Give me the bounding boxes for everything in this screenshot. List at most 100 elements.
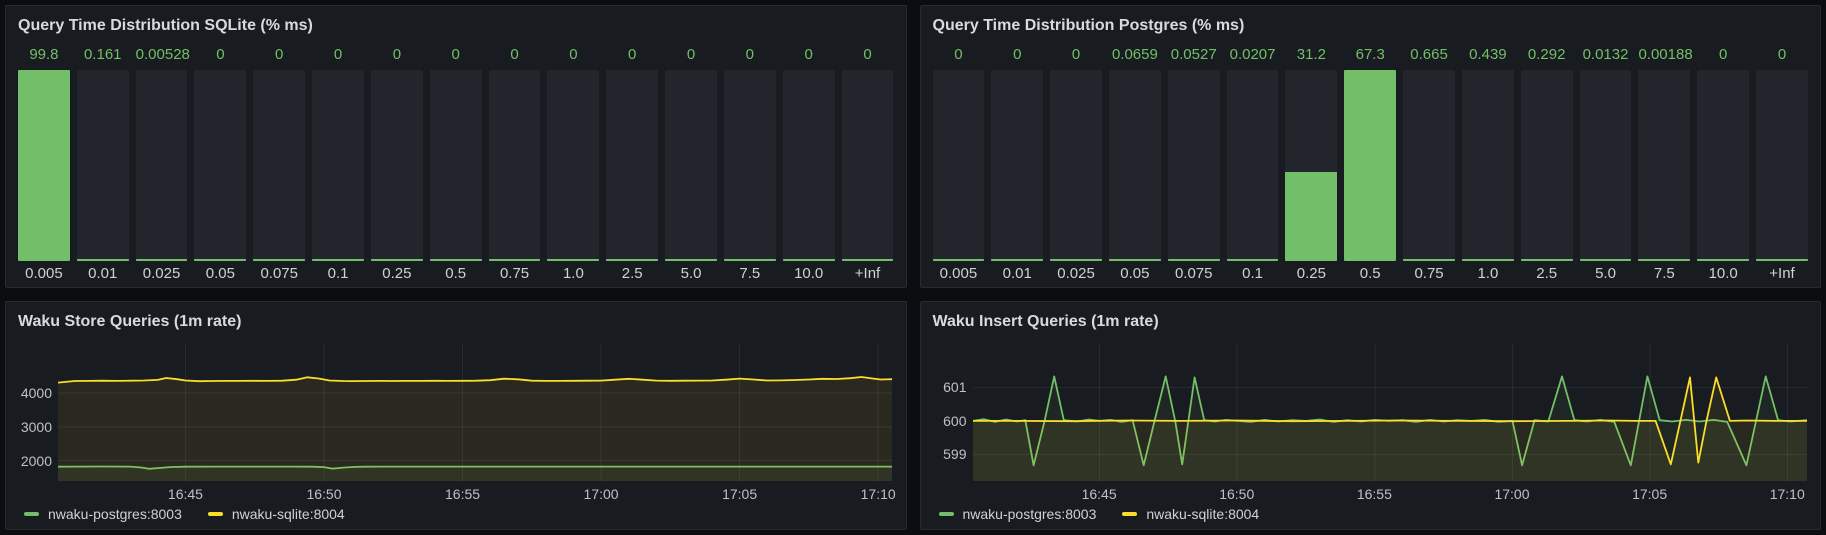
bar-track	[1344, 70, 1396, 261]
plot-svg	[58, 344, 892, 481]
bar-bucket: 00.5	[430, 42, 482, 287]
bar-category-label: 0.075	[253, 261, 305, 287]
bar-bucket: 0+Inf	[1756, 42, 1808, 287]
bar-value-label: 0.665	[1403, 42, 1455, 70]
bar-category-label: 1.0	[1462, 261, 1514, 287]
panel-query-time-sqlite: Query Time Distribution SQLite (% ms) 99…	[5, 5, 907, 288]
panel-title-query-time-postgres[interactable]: Query Time Distribution Postgres (% ms)	[933, 14, 1811, 38]
y-tick-label: 4000	[16, 384, 52, 402]
x-tick-label: 16:55	[445, 486, 480, 502]
bar-category-label: 10.0	[783, 261, 835, 287]
bar-value-label: 0	[430, 42, 482, 70]
panel-title-waku-insert-queries[interactable]: Waku Insert Queries (1m rate)	[933, 310, 1811, 334]
bar-value-label: 0	[933, 42, 985, 70]
panel-waku-store-queries: Waku Store Queries (1m rate) 20003000400…	[5, 301, 907, 530]
bar-track	[783, 70, 835, 261]
bar-category-label: 7.5	[1638, 261, 1690, 287]
grafana-dashboard: Query Time Distribution SQLite (% ms) 99…	[0, 0, 1826, 535]
bar-fill	[783, 259, 835, 261]
bar-fill	[136, 259, 188, 261]
bar-bucket: 05.0	[665, 42, 717, 287]
bar-category-label: 0.025	[1050, 261, 1102, 287]
store-queries-plot-area[interactable]: 20003000400016:4516:5016:5517:0017:0517:…	[58, 344, 892, 481]
bar-value-label: 0.0659	[1109, 42, 1161, 70]
bar-value-label: 0.00188	[1638, 42, 1690, 70]
bar-category-label: 0.5	[1344, 261, 1396, 287]
series-color-dash-green	[24, 512, 39, 516]
bar-value-label: 0.161	[77, 42, 129, 70]
bar-track	[1109, 70, 1161, 261]
insert-queries-plot-area[interactable]: 59960060116:4516:5016:5517:0017:0517:10	[973, 344, 1807, 481]
bar-fill	[1285, 172, 1337, 261]
bar-bucket: 0.01325.0	[1580, 42, 1632, 287]
bar-category-label: 5.0	[665, 261, 717, 287]
bar-bucket: 00.01	[991, 42, 1043, 287]
panel-waku-insert-queries: Waku Insert Queries (1m rate) 5996006011…	[920, 301, 1822, 530]
bar-fill	[18, 70, 70, 261]
bar-track	[1050, 70, 1102, 261]
bar-fill	[489, 259, 541, 261]
legend-item-nwaku-postgres[interactable]: nwaku-postgres:8003	[939, 506, 1097, 522]
bar-value-label: 0	[1756, 42, 1808, 70]
bar-value-label: 67.3	[1344, 42, 1396, 70]
bar-fill	[547, 259, 599, 261]
bar-fill	[1403, 259, 1455, 261]
bar-value-label: 0	[1050, 42, 1102, 70]
bar-category-label: 0.25	[1285, 261, 1337, 287]
legend-item-nwaku-sqlite[interactable]: nwaku-sqlite:8004	[208, 506, 345, 522]
panel-title-query-time-sqlite[interactable]: Query Time Distribution SQLite (% ms)	[18, 14, 896, 38]
bar-bucket: 07.5	[724, 42, 776, 287]
bar-category-label: 7.5	[724, 261, 776, 287]
bar-track	[312, 70, 364, 261]
bar-bucket: 31.2 0.25	[1285, 42, 1337, 287]
bar-bucket: 0.00528 0.025	[136, 42, 188, 287]
bar-track	[1285, 70, 1337, 261]
bar-category-label: 1.0	[547, 261, 599, 287]
bar-gauge-sqlite: 99.80.0050.1610.010.005280.02500.0500.07…	[16, 42, 896, 287]
bar-bucket: 00.1	[312, 42, 364, 287]
bar-value-label: 0.292	[1521, 42, 1573, 70]
bar-track	[489, 70, 541, 261]
store-queries-legend: nwaku-postgres:8003 nwaku-sqlite:8004	[16, 505, 896, 529]
bar-value-label: 0.00528	[136, 42, 188, 70]
bar-value-label: 0	[606, 42, 658, 70]
legend-item-nwaku-postgres[interactable]: nwaku-postgres:8003	[24, 506, 182, 522]
panel-title-waku-store-queries[interactable]: Waku Store Queries (1m rate)	[18, 310, 896, 334]
bar-value-label: 0	[253, 42, 305, 70]
insert-queries-legend: nwaku-postgres:8003 nwaku-sqlite:8004	[931, 505, 1811, 529]
y-tick-label: 601	[931, 378, 967, 396]
bar-category-label: 0.075	[1168, 261, 1220, 287]
bar-category-label: 0.01	[77, 261, 129, 287]
bar-fill	[312, 259, 364, 261]
x-tick-label: 17:00	[1494, 486, 1529, 502]
bar-track	[665, 70, 717, 261]
bar-track	[371, 70, 423, 261]
bar-bucket: 010.0	[1697, 42, 1749, 287]
bar-track	[1580, 70, 1632, 261]
bar-value-label: 0	[842, 42, 894, 70]
bar-track	[1403, 70, 1455, 261]
bar-category-label: 0.01	[991, 261, 1043, 287]
bar-bucket: 00.75	[489, 42, 541, 287]
bar-fill	[1227, 259, 1279, 261]
bar-category-label: +Inf	[842, 261, 894, 287]
bar-bucket: 01.0	[547, 42, 599, 287]
legend-label: nwaku-postgres:8003	[48, 506, 182, 522]
bar-track	[724, 70, 776, 261]
legend-item-nwaku-sqlite[interactable]: nwaku-sqlite:8004	[1122, 506, 1259, 522]
series-color-dash-green	[939, 512, 954, 516]
bar-category-label: 2.5	[1521, 261, 1573, 287]
bar-category-label: 0.025	[136, 261, 188, 287]
bar-bucket: 0.665 0.75	[1403, 42, 1455, 287]
bar-value-label: 31.2	[1285, 42, 1337, 70]
bar-fill	[1638, 259, 1690, 261]
y-tick-label: 2000	[16, 452, 52, 470]
legend-label: nwaku-sqlite:8004	[1146, 506, 1259, 522]
bar-category-label: 0.75	[1403, 261, 1455, 287]
bar-fill	[1168, 259, 1220, 261]
bar-value-label: 0.0132	[1580, 42, 1632, 70]
x-tick-label: 17:10	[1770, 486, 1805, 502]
bar-bucket: 02.5	[606, 42, 658, 287]
bar-bucket: 0.4391.0	[1462, 42, 1514, 287]
bar-bucket: 67.3 0.5	[1344, 42, 1396, 287]
